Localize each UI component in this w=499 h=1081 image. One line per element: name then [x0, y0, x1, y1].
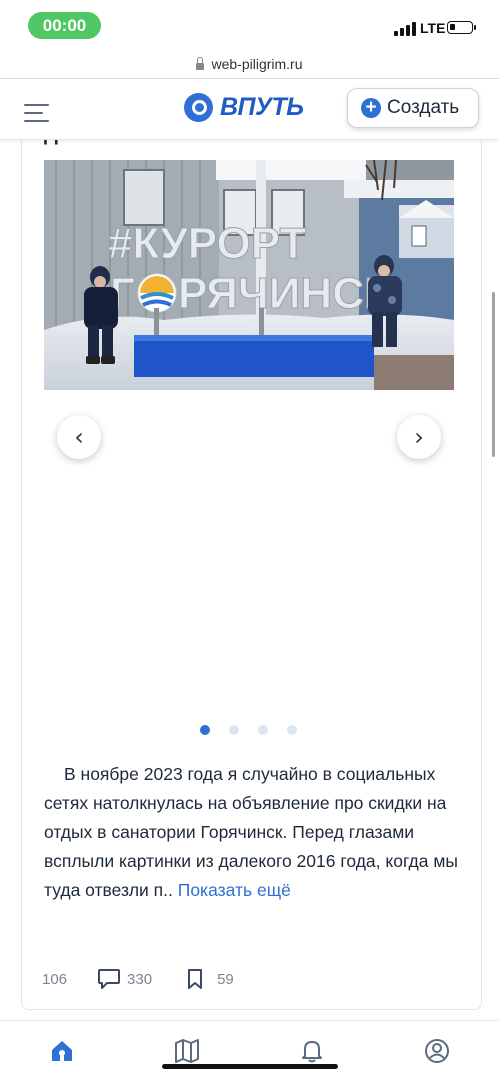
bookmark-icon[interactable] [185, 968, 205, 990]
home-icon[interactable] [48, 1037, 76, 1065]
carousel-dot[interactable] [287, 725, 297, 735]
sign-bottom-right: РЯЧИНСК [178, 269, 391, 318]
bell-icon[interactable] [298, 1037, 326, 1065]
photo-illustration: #КУРОРТ Г РЯЧИНСК [44, 160, 454, 390]
likes-count: 106 [42, 970, 68, 988]
plus-icon: + [361, 98, 381, 118]
url-text: web-piligrim.ru [211, 56, 303, 72]
network-type: LTE [420, 20, 446, 36]
chevron-right-icon: › [414, 423, 424, 451]
post-stats: 106 330 59 [42, 968, 234, 990]
scrollbar[interactable] [492, 292, 495, 457]
status-time: 00:00 [28, 12, 101, 39]
prev-slide-button[interactable]: ‹ [57, 415, 101, 459]
carousel-dot[interactable] [229, 725, 239, 735]
app-header: ВПУТЬ + Создать [0, 79, 499, 140]
status-bar: 00:00 LTE [0, 0, 499, 50]
lock-icon [196, 56, 205, 70]
next-slide-button[interactable]: › [397, 415, 441, 459]
battery-icon [447, 21, 476, 34]
home-indicator [162, 1064, 338, 1069]
menu-icon[interactable] [24, 104, 49, 124]
comment-icon[interactable] [97, 968, 121, 990]
show-more-link[interactable]: Показать ещё [178, 880, 291, 900]
carousel-dot[interactable] [258, 725, 268, 735]
logo-pin-icon [184, 93, 213, 122]
profile-icon[interactable] [423, 1037, 451, 1065]
carousel-dots [200, 725, 316, 735]
post-text-block: В ноябре 2023 года я случайно в социальн… [44, 760, 464, 905]
create-button-label: Создать [387, 97, 460, 118]
sign-top: #КУРОРТ [108, 219, 307, 268]
carousel-dot[interactable] [200, 725, 210, 735]
comments-count: 330 [127, 970, 153, 988]
map-icon[interactable] [173, 1037, 201, 1065]
post-photo[interactable]: #КУРОРТ Г РЯЧИНСК [44, 160, 454, 390]
logo[interactable]: ВПУТЬ [184, 93, 304, 122]
signal-icon [394, 22, 416, 36]
logo-text: ВПУТЬ [220, 93, 304, 121]
create-button[interactable]: + Создать [347, 88, 479, 128]
bottom-nav [0, 1020, 499, 1081]
chevron-left-icon: ‹ [74, 423, 84, 451]
url-bar[interactable]: web-piligrim.ru [0, 50, 499, 78]
saves-count: 59 [217, 970, 234, 988]
